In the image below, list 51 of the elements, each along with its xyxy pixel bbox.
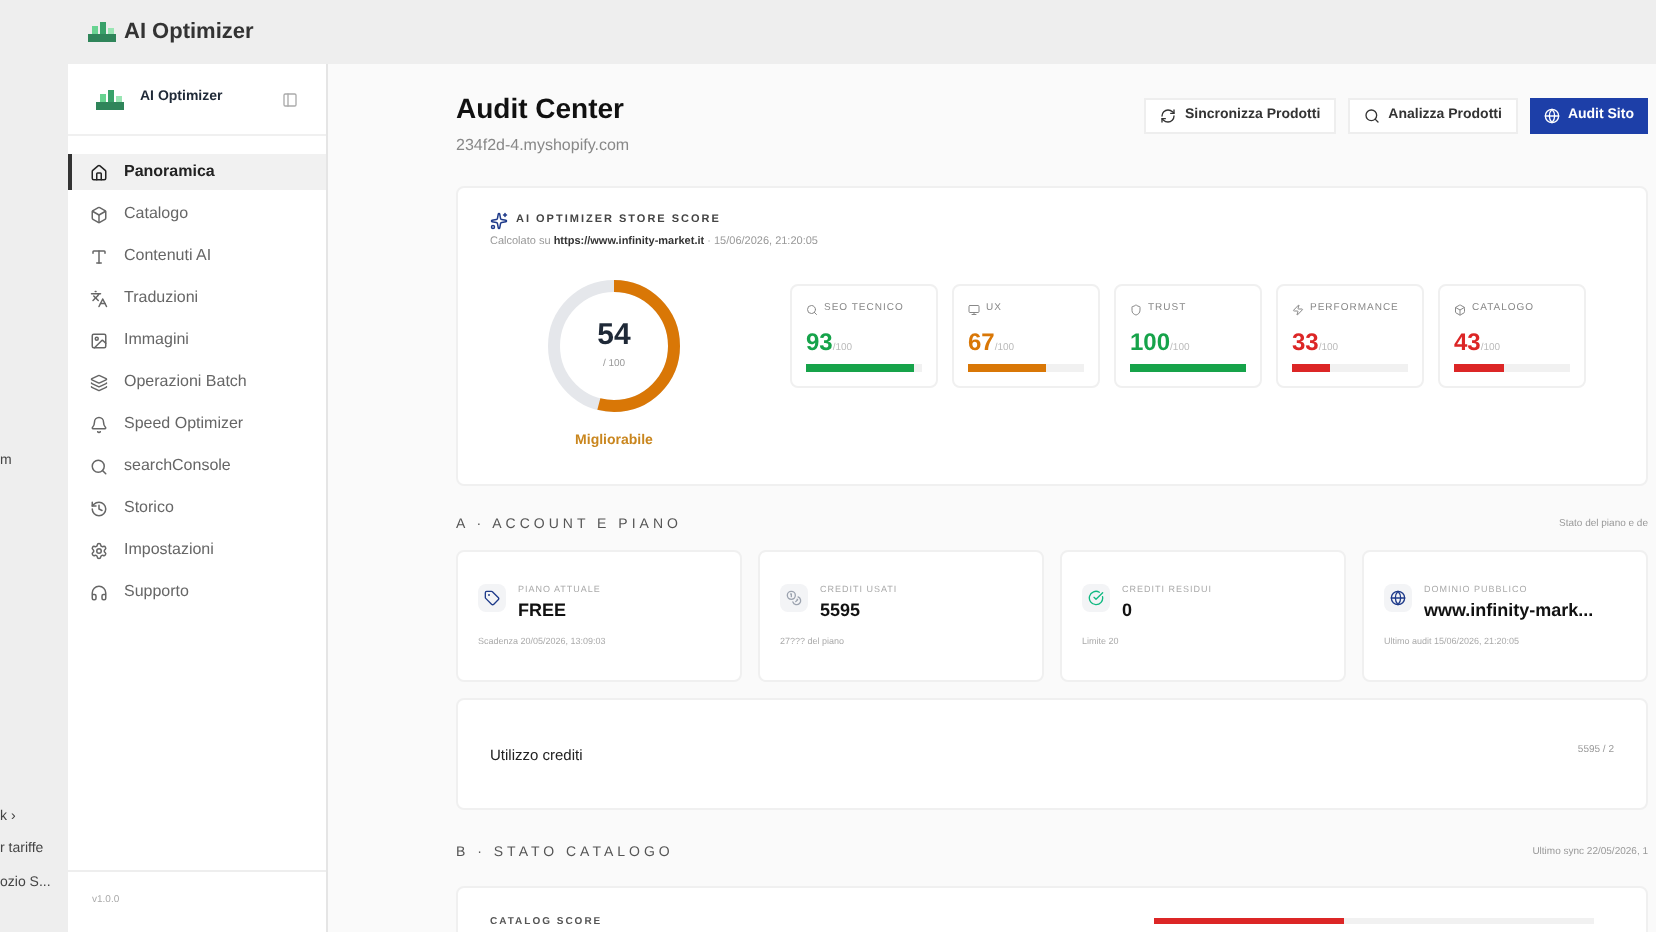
translate-icon — [90, 289, 108, 307]
settings-icon — [90, 541, 108, 559]
account-card-value: www.infinity-mark... — [1424, 597, 1594, 624]
text-icon — [90, 247, 108, 265]
bolt-icon — [1292, 304, 1304, 316]
image-icon — [90, 331, 108, 349]
box-icon — [1454, 304, 1466, 316]
check-circle-icon — [1088, 590, 1104, 606]
monitor-icon — [968, 304, 980, 316]
account-card-value: 5595 — [820, 597, 863, 624]
metric-value: 43 — [1454, 325, 1481, 360]
tag-icon — [484, 590, 500, 606]
nav-item[interactable]: Immagini — [68, 322, 326, 358]
metric-value: 67 — [968, 325, 995, 360]
headset-icon — [90, 583, 108, 601]
store-domain: 234f2d-4.myshopify.com — [456, 134, 630, 158]
nav-item[interactable]: Impostazioni — [68, 532, 326, 568]
layers-icon — [90, 373, 108, 391]
shield-icon — [1130, 304, 1142, 316]
nav-item[interactable]: Catalogo — [68, 196, 326, 232]
nav-item[interactable]: Contenuti AI — [68, 238, 326, 274]
globe-icon — [1390, 590, 1406, 606]
search-icon — [806, 304, 818, 316]
bell-icon — [90, 415, 108, 433]
search-icon — [1364, 108, 1381, 124]
nav-item[interactable]: Speed Optimizer — [68, 406, 326, 442]
refresh-icon — [1160, 108, 1177, 124]
page-title: Audit Center — [456, 90, 626, 128]
home-icon — [90, 163, 108, 181]
metric-value: 33 — [1292, 325, 1319, 360]
coins-icon — [786, 590, 802, 606]
metric-value: 93 — [806, 325, 833, 360]
history-icon — [90, 499, 108, 517]
globe-icon — [1543, 108, 1560, 124]
nav-item[interactable]: Storico — [68, 490, 326, 526]
logo-icon — [96, 89, 124, 109]
search-icon — [90, 457, 108, 475]
nav-item[interactable]: Supporto — [68, 574, 326, 610]
sidebar-toggle-icon[interactable] — [282, 91, 298, 107]
account-card-value: 0 — [1122, 597, 1135, 624]
app-title: AI Optimizer — [124, 17, 254, 48]
box-icon — [90, 205, 108, 223]
score-value: 54 — [597, 320, 631, 350]
sparkle-icon — [490, 212, 508, 230]
nav-item[interactable]: Panoramica — [68, 154, 326, 190]
metric-value: 100 — [1130, 325, 1171, 360]
account-card-value: FREE — [518, 597, 569, 624]
nav-item[interactable]: searchConsole — [68, 448, 326, 484]
nav-item[interactable]: Operazioni Batch — [68, 364, 326, 400]
nav-item[interactable]: Traduzioni — [68, 280, 326, 316]
logo-icon — [88, 22, 116, 42]
